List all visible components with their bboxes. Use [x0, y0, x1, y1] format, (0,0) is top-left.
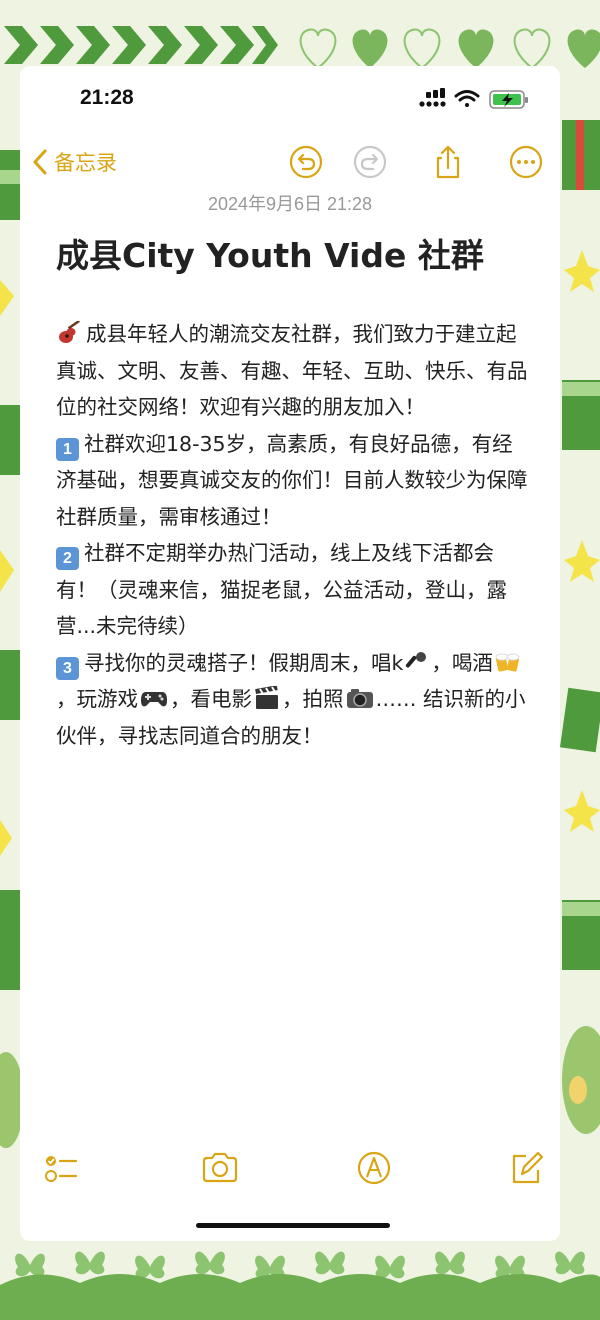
checklist-icon[interactable]: [40, 1148, 80, 1188]
battery-charging-icon: [489, 90, 528, 109]
point-3: 3 寻找你的灵魂搭子！假期周末，唱k ，喝酒 ，玩游戏 ，看电影 ，拍照 …… …: [56, 645, 528, 755]
note-body[interactable]: 成县年轻人的潮流交友社群，我们致力于建立起真诚、文明、友善、有趣、年轻、互助、快…: [56, 316, 528, 754]
point-2-text: 社群不定期举办热门活动，线上及线下活都会有！（灵魂来信，猫捉老鼠，公益活动，登山…: [56, 541, 507, 638]
point-1-text: 社群欢迎18-35岁，高素质，有良好品德，有经济基础，想要真诚交友的你们！目前人…: [56, 431, 528, 529]
point-1: 1 社群欢迎18-35岁，高素质，有良好品德，有经济基础，想要真诚交友的你们！目前…: [56, 426, 528, 536]
status-bar: 21:28: [20, 66, 560, 132]
point-2: 2 社群不定期举办热门活动，线上及线下活都会有！（灵魂来信，猫捉老鼠，公益活动，登…: [56, 535, 528, 645]
guitar-icon: [59, 321, 80, 343]
decorative-top-border: [0, 0, 600, 75]
beer-mugs-icon: [495, 653, 520, 672]
back-button[interactable]: 备忘录: [32, 142, 117, 182]
note-date: 2024年9月6日 21:28: [207, 194, 373, 214]
point-3-text-d: ，看电影: [170, 687, 252, 711]
navigation-bar: 备忘录: [20, 136, 560, 190]
point-3-text-c: ，玩游戏: [56, 687, 138, 711]
camera-icon: [346, 689, 373, 708]
camera-icon[interactable]: [200, 1148, 240, 1188]
share-icon[interactable]: [430, 144, 466, 180]
keycap-2-icon: 2: [56, 547, 79, 570]
keycap-1-icon: 1: [56, 437, 79, 461]
redo-icon[interactable]: [352, 144, 388, 180]
intro-text: 成县年轻人的潮流交友社群，我们致力于建立起真诚、文明、友善、有趣、年轻、互助、快…: [56, 322, 528, 419]
status-icons: [419, 88, 528, 109]
note-title[interactable]: 成县City Youth Vide 社群: [56, 229, 556, 277]
point-3-text-a: 寻找你的灵魂搭子！假期周末，唱k: [84, 650, 404, 675]
intro-paragraph: 成县年轻人的潮流交友社群，我们致力于建立起真诚、文明、友善、有趣、年轻、互助、快…: [56, 316, 528, 426]
decorative-right-border: [559, 120, 600, 1134]
undo-icon[interactable]: [288, 144, 324, 180]
back-label: 备忘录: [54, 151, 117, 175]
bottom-toolbar: [20, 1144, 560, 1194]
home-indicator[interactable]: [196, 1223, 390, 1228]
point-3-text-b: ，喝酒: [431, 650, 493, 675]
cellular-signal-icon: [419, 88, 446, 107]
note-screen: 21:28 备忘录 2024年9月6日 21:28 成县City Youth V…: [20, 66, 560, 1241]
keycap-3-icon: 3: [56, 656, 79, 680]
wifi-icon: [454, 90, 480, 107]
clapperboard-icon: [255, 686, 278, 709]
more-icon[interactable]: [508, 144, 544, 180]
microphone-icon: [406, 651, 427, 668]
markup-pen-icon[interactable]: [354, 1148, 394, 1188]
compose-icon[interactable]: [506, 1148, 546, 1188]
game-controller-icon: [141, 692, 167, 707]
status-time: 21:28: [80, 86, 134, 109]
point-3-text-e: ，拍照: [282, 687, 344, 711]
chevron-left-icon: [33, 149, 47, 175]
